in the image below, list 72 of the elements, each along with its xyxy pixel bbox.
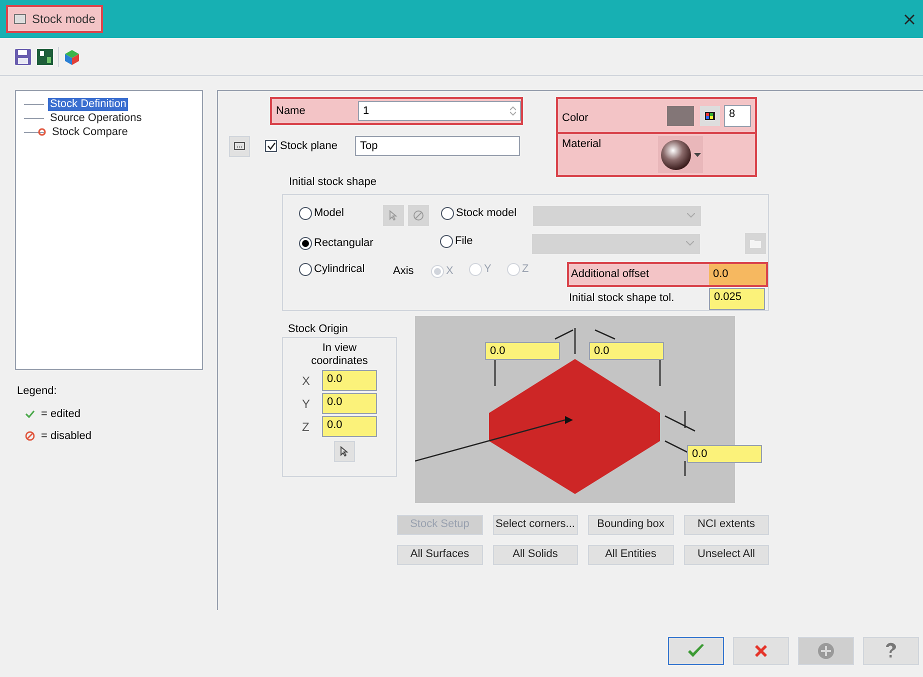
coordinate-field[interactable]: 0.0 <box>322 370 377 391</box>
action-button[interactable]: Select corners... <box>492 514 578 534</box>
chevron-icon <box>686 241 694 246</box>
cursor-icon <box>340 446 349 457</box>
legend-title: Legend: <box>17 384 58 399</box>
grid-button[interactable] <box>229 136 250 156</box>
tolerance-label: Initial stock shape tol. <box>568 291 676 306</box>
folder-icon <box>750 239 762 248</box>
color-label: Color <box>562 111 590 126</box>
select-point-button[interactable] <box>334 441 355 462</box>
close-icon <box>753 643 769 659</box>
radio-button[interactable]: Stock model <box>441 205 517 222</box>
additional-offset-field[interactable]: Additional offset 0.0 <box>567 262 768 286</box>
disabled-status-icon <box>25 431 35 442</box>
stock-plane-checkbox[interactable] <box>265 140 277 152</box>
plus-icon <box>817 642 835 660</box>
axis-label: Z <box>302 418 310 436</box>
help-icon <box>884 642 898 660</box>
close-icon[interactable] <box>904 14 915 24</box>
axis-label: Axis <box>393 264 415 280</box>
sphere-icon <box>660 138 692 170</box>
spinner-icon[interactable] <box>510 106 516 116</box>
radio-button[interactable]: Model <box>299 205 344 222</box>
checkmark-icon <box>25 410 35 418</box>
material-dropdown[interactable] <box>658 136 703 173</box>
cube-icon[interactable] <box>63 48 81 66</box>
radio-button[interactable]: Cylindrical <box>299 261 365 278</box>
action-button[interactable]: Unselect All <box>684 544 769 564</box>
save-icon[interactable] <box>14 48 32 66</box>
legend-label: = disabled <box>41 429 92 444</box>
coordinate-field[interactable]: 0.0 <box>322 393 377 414</box>
radio-button[interactable]: Rectangular <box>299 234 374 252</box>
help-button[interactable] <box>863 637 919 665</box>
group-title: Stock Origin <box>288 322 349 336</box>
window-title: Stock mode <box>6 5 104 33</box>
stock-plane-field[interactable]: Top <box>355 136 520 156</box>
action-button[interactable]: Bounding box <box>588 514 674 534</box>
save-as-icon[interactable] <box>36 48 54 66</box>
color-swatch[interactable] <box>667 106 694 126</box>
action-button[interactable]: All Surfaces <box>397 544 482 564</box>
select-button[interactable] <box>383 205 404 226</box>
grid-icon <box>234 142 245 150</box>
color-number-field[interactable]: 8 <box>724 104 751 126</box>
palette-icon[interactable] <box>700 106 720 126</box>
tree-item[interactable]: Stock Definition <box>48 98 128 110</box>
dimension-field[interactable]: 0.0 <box>485 342 560 360</box>
app-icon <box>14 14 26 24</box>
coordinate-field[interactable]: 0.0 <box>322 416 377 437</box>
group-subtitle: In view coordinates <box>310 342 369 368</box>
ok-button[interactable] <box>668 637 724 665</box>
group-title: Initial stock shape <box>289 175 378 190</box>
chevron-icon <box>687 213 695 218</box>
dimension-field[interactable]: 0.0 <box>589 342 664 360</box>
dimension-field[interactable]: 0.0 <box>687 444 762 462</box>
tree-item[interactable]: Source Operations <box>48 112 144 124</box>
radio-button[interactable]: File <box>440 233 473 250</box>
checkmark-icon <box>687 643 705 659</box>
axis-label: X <box>302 372 312 390</box>
no-cursor-icon <box>413 210 424 221</box>
material-label: Material <box>562 137 602 152</box>
action-button[interactable]: NCI extents <box>684 514 769 534</box>
deselect-button[interactable] <box>408 205 429 226</box>
tolerance-field[interactable]: 0.025 <box>709 288 765 310</box>
action-button[interactable]: All Solids <box>492 544 578 564</box>
cancel-button[interactable] <box>733 637 789 665</box>
checkbox-label: Stock plane <box>280 138 338 154</box>
axis-label: Y <box>302 396 312 412</box>
legend-label: = edited <box>41 406 80 422</box>
action-button[interactable]: All Entities <box>588 544 674 564</box>
caret-icon <box>694 152 701 156</box>
name-field[interactable]: Name 1 <box>270 97 523 125</box>
cursor-icon <box>389 210 398 221</box>
